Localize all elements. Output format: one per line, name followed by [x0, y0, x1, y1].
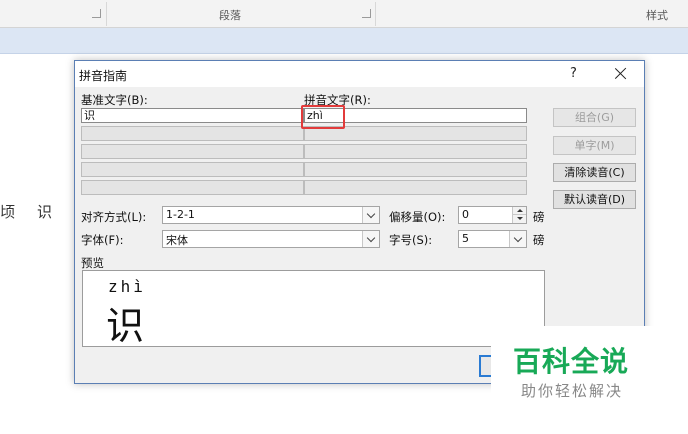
close-icon[interactable] — [612, 65, 630, 83]
ribbon-group-bar: 段落 样式 — [0, 0, 688, 28]
document-text-char: 顷 — [0, 203, 16, 221]
offset-unit: 磅 — [533, 210, 545, 224]
chevron-down-icon[interactable] — [509, 231, 526, 247]
ribbon-group-styles-label: 样式 — [646, 9, 668, 22]
watermark-subtitle: 助你轻松解决 — [521, 382, 624, 400]
ruby-text-field[interactable] — [304, 180, 527, 195]
font-select[interactable]: 宋体 — [162, 230, 380, 248]
ruby-text-field[interactable] — [304, 162, 527, 177]
spin-down-icon[interactable] — [512, 215, 526, 223]
base-text-field[interactable] — [81, 144, 304, 159]
alignment-label: 对齐方式(L): — [81, 210, 147, 224]
watermark-title: 百科全说 — [513, 345, 630, 378]
ribbon-separator — [106, 2, 107, 26]
alignment-value: 1-2-1 — [166, 208, 195, 221]
base-text-label: 基准文字(B): — [81, 93, 148, 107]
size-select[interactable]: 5 — [458, 230, 527, 248]
ribbon-group-paragraph-label: 段落 — [219, 9, 241, 22]
default-reading-button[interactable]: 默认读音(D) — [553, 190, 636, 209]
base-text-field[interactable]: 识 — [81, 108, 304, 123]
paragraph-dialog-launcher-icon[interactable] — [362, 9, 371, 18]
base-text-field[interactable] — [81, 180, 304, 195]
preview-pinyin: zhì — [108, 277, 146, 296]
spin-up-icon[interactable] — [512, 207, 526, 215]
clear-reading-button[interactable]: 清除读音(C) — [553, 163, 636, 182]
preview-character: 识 — [106, 304, 145, 348]
chevron-down-icon[interactable] — [362, 231, 379, 247]
base-text-field[interactable] — [81, 126, 304, 141]
offset-stepper[interactable]: 0 — [458, 206, 527, 224]
alignment-select[interactable]: 1-2-1 — [162, 206, 380, 224]
base-text-value: 识 — [84, 109, 95, 122]
font-dialog-launcher-icon[interactable] — [92, 9, 101, 18]
preview-label: 预览 — [81, 256, 104, 270]
base-text-field[interactable] — [81, 162, 304, 177]
dialog-title: 拼音指南 — [79, 69, 128, 83]
watermark-logo: 百科全说 助你轻松解决 — [491, 326, 661, 412]
size-value: 5 — [462, 232, 469, 245]
ruby-text-field[interactable] — [304, 144, 527, 159]
chevron-down-icon[interactable] — [362, 207, 379, 223]
dialog-titlebar[interactable]: 拼音指南 ? — [75, 61, 644, 87]
help-button[interactable]: ? — [570, 66, 577, 81]
size-unit: 磅 — [533, 233, 545, 247]
offset-label: 偏移量(O): — [389, 210, 446, 224]
mono-button[interactable]: 单字(M) — [553, 136, 636, 155]
offset-value: 0 — [462, 208, 469, 221]
highlight-annotation — [301, 105, 345, 129]
ribbon-collapsed-bar — [0, 28, 688, 54]
font-label: 字体(F): — [81, 233, 124, 247]
group-button[interactable]: 组合(G) — [553, 108, 636, 127]
size-label: 字号(S): — [389, 233, 433, 247]
preview-area: zhì 识 — [82, 270, 545, 348]
ribbon-separator — [375, 2, 376, 26]
font-value: 宋体 — [166, 234, 188, 247]
document-text-char: 识 — [37, 203, 53, 221]
